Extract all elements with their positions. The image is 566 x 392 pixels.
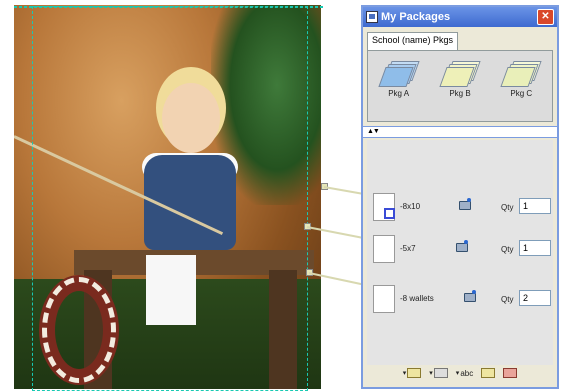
dropdown-arrow-icon: ▾: [429, 370, 433, 377]
tab-school-pkgs[interactable]: School (name) Pkgs: [367, 32, 459, 50]
new-package-button[interactable]: ▾: [403, 368, 422, 378]
rename-button[interactable]: ▾ abc: [456, 369, 473, 378]
bottom-toolbar: ▾ ▾ ▾ abc: [367, 363, 553, 383]
qty-input[interactable]: 1: [519, 198, 551, 214]
package-icon: [500, 61, 542, 87]
photo-icon: [433, 368, 448, 378]
camera-icon[interactable]: [456, 240, 468, 252]
crop-guide-8x10[interactable]: [32, 6, 308, 391]
close-button[interactable]: ✕: [537, 9, 554, 25]
tab-strip: School (name) Pkgs: [363, 27, 557, 50]
dropdown-arrow-icon: ▾: [402, 370, 407, 377]
app-icon: [366, 11, 378, 23]
delete-icon: [503, 368, 518, 378]
panel-splitter[interactable]: ▲▼: [363, 126, 557, 138]
qty-input[interactable]: 2: [519, 290, 551, 306]
crop-guide-top: [14, 6, 323, 8]
qty-label: Qty: [501, 295, 514, 304]
camera-icon[interactable]: [464, 290, 476, 302]
item-row: -5x7 Qty 1: [373, 235, 553, 265]
item-row: -8x10 Qty 1: [373, 193, 553, 223]
window-title: My Packages: [381, 11, 451, 23]
package-label: Pkg C: [510, 89, 533, 98]
item-thumbnail[interactable]: [373, 193, 395, 221]
item-row: -8 wallets Qty 2: [373, 285, 553, 315]
delete-button[interactable]: [503, 368, 518, 378]
folder-icon: [407, 368, 422, 378]
qty-input[interactable]: 1: [519, 240, 551, 256]
selected-frame: [384, 208, 395, 219]
package-icon: [439, 61, 481, 87]
item-size: -8 wallets: [400, 294, 434, 303]
package-label: Pkg B: [449, 89, 471, 98]
qty-label: Qty: [501, 203, 514, 212]
dropdown-arrow-icon: ▾: [455, 370, 460, 377]
package-items: -8x10 Qty 1 -5x7 Qty 1 -8 wallets Qty 2: [367, 140, 553, 365]
item-thumbnail[interactable]: [373, 285, 395, 313]
camera-icon[interactable]: [459, 198, 471, 210]
package-b[interactable]: Pkg B: [436, 61, 484, 98]
item-size: -5x7: [400, 244, 416, 253]
duplicate-icon: [481, 368, 496, 378]
title-bar[interactable]: My Packages ✕: [363, 7, 557, 27]
package-label: Pkg A: [388, 89, 410, 98]
duplicate-button[interactable]: [481, 368, 496, 378]
package-a[interactable]: Pkg A: [375, 61, 423, 98]
add-item-button[interactable]: ▾: [429, 368, 448, 378]
item-thumbnail[interactable]: [373, 235, 395, 263]
package-list: Pkg A Pkg B Pkg C: [367, 50, 553, 122]
my-packages-window: My Packages ✕ School (name) Pkgs Pkg A P…: [361, 5, 559, 389]
item-size: -8x10: [400, 202, 421, 211]
abc-label: abc: [460, 368, 474, 378]
package-icon: [378, 61, 420, 87]
package-c[interactable]: Pkg C: [497, 61, 545, 98]
splitter-arrows-icon[interactable]: ▲▼: [367, 128, 380, 135]
qty-label: Qty: [501, 245, 514, 254]
